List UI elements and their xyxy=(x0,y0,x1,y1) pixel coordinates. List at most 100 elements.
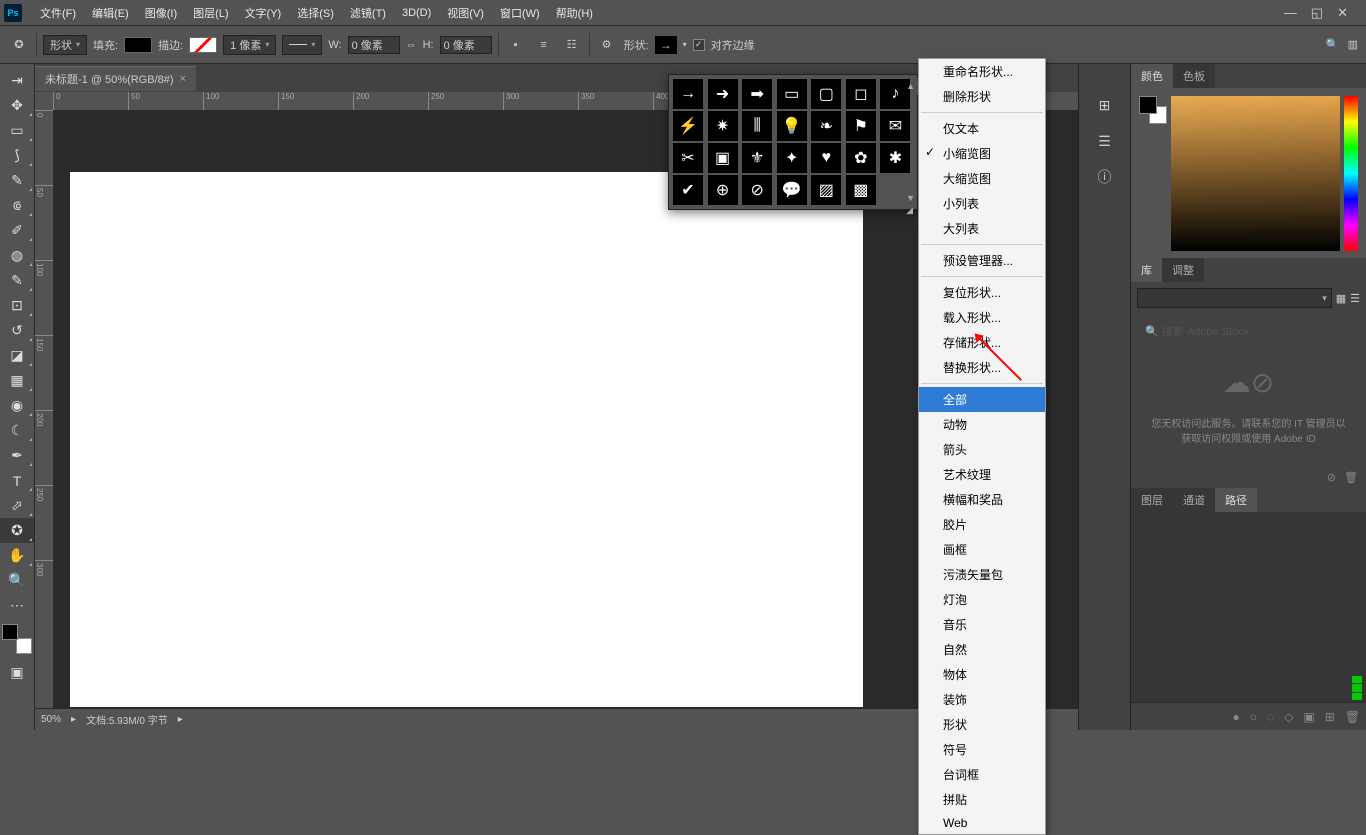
shape-clover[interactable]: ✿ xyxy=(846,143,876,173)
menu-image[interactable]: 图像(I) xyxy=(137,1,185,25)
hue-slider[interactable] xyxy=(1344,96,1358,251)
selection-path-icon[interactable]: ◌ xyxy=(1267,710,1274,724)
custom-shape-tool[interactable]: ✪ xyxy=(0,518,34,543)
ctx-cat-arrows[interactable]: 箭头 xyxy=(919,437,1045,462)
fill-path-icon[interactable]: ● xyxy=(1232,710,1239,724)
list-view-icon[interactable]: ☰ xyxy=(1350,292,1360,305)
ctx-cat-web[interactable]: Web xyxy=(919,812,1045,834)
workspace-icon[interactable]: ▥ xyxy=(1348,38,1358,51)
ctx-reset[interactable]: 复位形状... xyxy=(919,280,1045,305)
zoom-tool[interactable]: 🔍 xyxy=(0,568,34,593)
menu-view[interactable]: 视图(V) xyxy=(439,1,492,25)
shape-fleur[interactable]: ⚜ xyxy=(742,143,772,173)
shape-lightning[interactable]: ⚡ xyxy=(673,111,703,141)
make-path-icon[interactable]: ◇ xyxy=(1284,710,1293,724)
tab-paths[interactable]: 路径 xyxy=(1215,488,1257,512)
library-search[interactable]: 🔍 搜索 Adobe Stock xyxy=(1139,320,1358,342)
document-tab[interactable]: 未标题-1 @ 50%(RGB/8#) × xyxy=(35,66,196,91)
shape-no[interactable]: ⊘ xyxy=(742,175,772,205)
dodge-tool[interactable]: ☾ xyxy=(0,418,34,443)
shape-starburst[interactable]: ✷ xyxy=(708,111,738,141)
collapse-icon[interactable]: ⇥ xyxy=(0,68,34,93)
fill-swatch[interactable] xyxy=(124,37,152,53)
ctx-cat-shapes[interactable]: 形状 xyxy=(919,712,1045,737)
shape-target[interactable]: ⊕ xyxy=(708,175,738,205)
shape-puzzle[interactable]: ✦ xyxy=(777,143,807,173)
ctx-cat-symbols[interactable]: 符号 xyxy=(919,737,1045,762)
maximize-icon[interactable]: ◱ xyxy=(1311,5,1323,21)
shape-check[interactable]: ✔ xyxy=(673,175,703,205)
search-icon[interactable]: 🔍 xyxy=(1326,38,1340,51)
marquee-tool[interactable]: ▭ xyxy=(0,118,34,143)
height-input[interactable] xyxy=(440,36,492,54)
shape-square[interactable]: ◻ xyxy=(846,79,876,109)
move-tool[interactable]: ✥ xyxy=(0,93,34,118)
mask-icon[interactable]: ▣ xyxy=(1303,710,1314,724)
shape-block-arrow[interactable]: ➡ xyxy=(742,79,772,109)
ctx-cat-ornaments[interactable]: 装饰 xyxy=(919,687,1045,712)
shape-thin-arrow[interactable]: → xyxy=(673,79,703,109)
align-icon[interactable]: ≡ xyxy=(533,34,555,56)
ctx-cat-nature[interactable]: 自然 xyxy=(919,637,1045,662)
ctx-delete[interactable]: 删除形状 xyxy=(919,84,1045,109)
menu-3d[interactable]: 3D(D) xyxy=(394,3,439,23)
menu-filter[interactable]: 滤镜(T) xyxy=(342,1,394,25)
gradient-tool[interactable]: ▦ xyxy=(0,368,34,393)
ctx-large-thumb[interactable]: 大缩览图 xyxy=(919,166,1045,191)
dock-icon-1[interactable]: ⊞ xyxy=(1094,94,1116,116)
ctx-cat-frames[interactable]: 画框 xyxy=(919,537,1045,562)
shape-stamp[interactable]: ▣ xyxy=(708,143,738,173)
gear-icon[interactable]: ⚙ xyxy=(596,34,618,56)
shape-grass[interactable]: ⫼ xyxy=(742,111,772,141)
tab-layers[interactable]: 图层 xyxy=(1131,488,1173,512)
ctx-cat-bulbs[interactable]: 灯泡 xyxy=(919,587,1045,612)
tab-swatches[interactable]: 色板 xyxy=(1173,64,1215,88)
brush-tool[interactable]: ✎ xyxy=(0,268,34,293)
menu-window[interactable]: 窗口(W) xyxy=(492,1,548,25)
pen-tool[interactable]: ✒ xyxy=(0,443,34,468)
edit-toolbar[interactable]: ⋯ xyxy=(0,593,34,618)
eyedropper-tool[interactable]: ✐ xyxy=(0,218,34,243)
shape-hatch[interactable]: ▨ xyxy=(811,175,841,205)
shape-scissors[interactable]: ✂ xyxy=(673,143,703,173)
link-wh-icon[interactable]: ⇔ xyxy=(406,39,417,51)
ctx-cat-animals[interactable]: 动物 xyxy=(919,412,1045,437)
grid-view-icon[interactable]: ▦ xyxy=(1336,292,1346,305)
lasso-tool[interactable]: ⟆ xyxy=(0,143,34,168)
dock-icon-3[interactable]: ⓘ xyxy=(1094,166,1116,188)
tab-channels[interactable]: 通道 xyxy=(1173,488,1215,512)
ctx-cat-music[interactable]: 音乐 xyxy=(919,612,1045,637)
menu-edit[interactable]: 编辑(E) xyxy=(84,1,137,25)
quickmask-tool[interactable]: ▣ xyxy=(0,660,34,685)
ctx-small-thumb[interactable]: ✓小缩览图 xyxy=(919,141,1045,166)
canvas[interactable] xyxy=(70,172,863,707)
ctx-cat-objects[interactable]: 物体 xyxy=(919,662,1045,687)
color-field[interactable] xyxy=(1171,96,1340,251)
blur-tool[interactable]: ◉ xyxy=(0,393,34,418)
panel-fgbg[interactable] xyxy=(1139,96,1167,124)
new-path-icon[interactable]: ⊞ xyxy=(1325,710,1335,724)
shape-bulb[interactable]: 💡 xyxy=(777,111,807,141)
library-select[interactable]: ▾ xyxy=(1137,288,1332,308)
menu-help[interactable]: 帮助(H) xyxy=(548,1,601,25)
crop-tool[interactable]: ⟃ xyxy=(0,193,34,218)
path-ops-icon[interactable]: ▪ xyxy=(505,34,527,56)
menu-file[interactable]: 文件(F) xyxy=(32,1,84,25)
menu-layer[interactable]: 图层(L) xyxy=(185,1,236,25)
tab-color[interactable]: 颜色 xyxy=(1131,64,1173,88)
ctx-cat-talk[interactable]: 台词框 xyxy=(919,762,1045,787)
menu-type[interactable]: 文字(Y) xyxy=(237,1,290,25)
ctx-cat-all[interactable]: 全部 xyxy=(919,387,1045,412)
quick-select-tool[interactable]: ✎ xyxy=(0,168,34,193)
type-tool[interactable]: T xyxy=(0,468,34,493)
delete-path-icon[interactable]: 🗑 xyxy=(1345,710,1360,724)
menu-select[interactable]: 选择(S) xyxy=(289,1,342,25)
shape-flag[interactable]: ⚑ xyxy=(846,111,876,141)
path-select-tool[interactable]: ⬀ xyxy=(0,493,34,518)
ctx-text-only[interactable]: 仅文本 xyxy=(919,116,1045,141)
eraser-tool[interactable]: ◪ xyxy=(0,343,34,368)
resize-handle-icon[interactable]: ◢ xyxy=(906,205,915,216)
shape-preview[interactable]: → xyxy=(655,36,677,54)
minimize-icon[interactable]: — xyxy=(1284,5,1297,21)
shape-leaf[interactable]: ❧ xyxy=(811,111,841,141)
